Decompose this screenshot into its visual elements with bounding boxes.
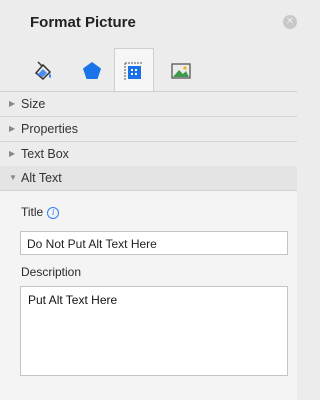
- alt-text-panel: Title i Do Not Put Alt Text Here Descript…: [0, 191, 297, 400]
- tab-fill-line[interactable]: [23, 51, 63, 91]
- title-label-row: Title i: [21, 205, 60, 219]
- effects-pentagon-icon: [83, 62, 101, 79]
- info-icon[interactable]: i: [47, 207, 60, 219]
- section-size[interactable]: ▶ Size: [0, 92, 297, 117]
- expand-arrow-icon: ▶: [9, 99, 16, 108]
- panel-title: Format Picture: [30, 14, 136, 31]
- expand-arrow-icon: ▶: [9, 149, 16, 158]
- section-label: Alt Text: [21, 171, 62, 185]
- format-tabs: [0, 48, 297, 92]
- title-label: Title: [21, 205, 44, 219]
- size-properties-icon: [124, 62, 143, 80]
- title-input[interactable]: Do Not Put Alt Text Here: [20, 231, 288, 255]
- description-textarea[interactable]: Put Alt Text Here: [20, 286, 288, 376]
- panel-header: Format Picture ✕: [0, 0, 297, 92]
- fill-line-icon: [34, 61, 52, 81]
- section-text-box[interactable]: ▶ Text Box: [0, 142, 297, 167]
- tab-picture[interactable]: [161, 51, 201, 91]
- section-properties[interactable]: ▶ Properties: [0, 117, 297, 142]
- picture-icon: [171, 63, 191, 79]
- collapse-arrow-icon: ▼: [9, 173, 17, 182]
- expand-arrow-icon: ▶: [9, 124, 16, 133]
- section-label: Properties: [21, 122, 78, 136]
- section-alt-text[interactable]: ▼ Alt Text: [0, 166, 297, 191]
- close-icon[interactable]: ✕: [283, 15, 297, 29]
- section-label: Size: [21, 97, 46, 111]
- tab-effects[interactable]: [72, 51, 112, 91]
- description-label: Description: [21, 265, 82, 279]
- tab-size-properties[interactable]: [114, 48, 154, 92]
- section-label: Text Box: [21, 147, 69, 161]
